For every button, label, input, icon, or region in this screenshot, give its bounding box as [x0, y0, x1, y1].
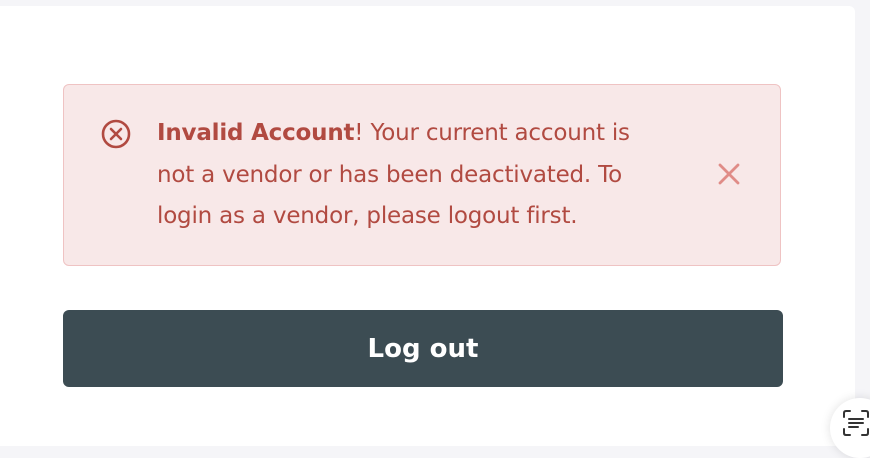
- error-circle-x-icon: [101, 119, 131, 149]
- error-alert: Invalid Account! Your current account is…: [63, 84, 781, 266]
- alert-title: Invalid Account: [157, 120, 355, 146]
- alert-title-bang: !: [354, 120, 364, 146]
- close-icon[interactable]: [715, 160, 743, 188]
- logout-button[interactable]: Log out: [63, 310, 783, 387]
- alert-message: Invalid Account! Your current account is…: [157, 113, 647, 238]
- scan-text-icon[interactable]: [841, 408, 870, 438]
- content-card: Invalid Account! Your current account is…: [0, 6, 855, 446]
